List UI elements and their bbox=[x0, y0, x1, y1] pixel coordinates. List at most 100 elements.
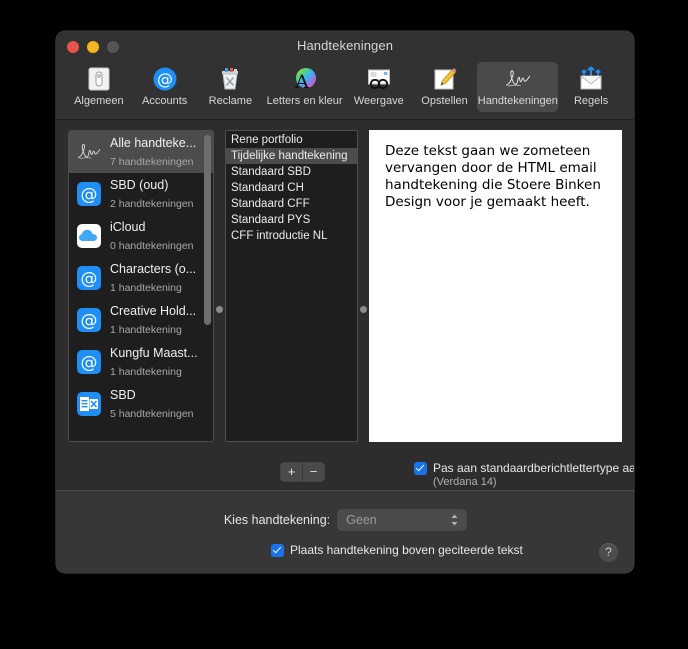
svg-text:@: @ bbox=[157, 70, 173, 89]
help-button[interactable]: ? bbox=[599, 543, 618, 562]
preferences-toolbar: Algemeen @ Accounts Reclame A Letters en… bbox=[56, 62, 634, 120]
general-switch-icon bbox=[84, 65, 114, 93]
splitter-accounts-signatures[interactable] bbox=[214, 130, 225, 442]
signature-icon bbox=[75, 138, 103, 166]
signature-list-item[interactable]: Standaard SBD bbox=[226, 164, 357, 180]
toolbar-item-letters-en-kleur[interactable]: A Letters en kleur bbox=[263, 62, 346, 112]
svg-text:@: @ bbox=[81, 311, 98, 331]
account-count: 0 handtekeningen bbox=[110, 240, 194, 252]
account-row-icloud[interactable]: iCloud 0 handtekeningen bbox=[69, 215, 213, 257]
account-text: Alle handteke... 7 handtekeningen bbox=[110, 134, 207, 170]
signature-list-item-selected[interactable]: Tijdelijke handtekening bbox=[226, 148, 357, 164]
at-sign-icon: @ bbox=[75, 306, 103, 334]
signature-list-item[interactable]: Standaard CH bbox=[226, 180, 357, 196]
account-name: SBD bbox=[110, 388, 136, 402]
svg-text:A: A bbox=[294, 71, 309, 92]
svg-text:@: @ bbox=[81, 269, 98, 289]
title-bar: Handtekeningen bbox=[56, 31, 634, 62]
splitter-signatures-editor[interactable] bbox=[358, 130, 369, 442]
toolbar-item-handtekeningen[interactable]: Handtekeningen bbox=[477, 62, 559, 112]
choose-signature-label: Kies handtekening: bbox=[223, 513, 331, 527]
signature-name-list[interactable]: Rene portfolio Tijdelijke handtekening S… bbox=[225, 130, 358, 442]
account-text: iCloud 0 handtekeningen bbox=[110, 218, 207, 254]
account-count: 5 handtekeningen bbox=[110, 408, 194, 420]
toolbar-item-label: Regels bbox=[573, 95, 609, 107]
signature-list-item[interactable]: CFF introductie NL bbox=[226, 228, 357, 244]
account-name: Kungfu Maast... bbox=[110, 346, 198, 360]
toolbar-item-reclame[interactable]: Reclame bbox=[198, 62, 264, 112]
toolbar-item-algemeen[interactable]: Algemeen bbox=[66, 62, 132, 112]
at-sign-icon: @ bbox=[75, 180, 103, 208]
account-count: 1 handtekening bbox=[110, 324, 182, 336]
account-count: 1 handtekening bbox=[110, 282, 182, 294]
account-row-creative-holding[interactable]: @ Creative Hold... 1 handtekening bbox=[69, 299, 213, 341]
at-sign-icon: @ bbox=[150, 65, 180, 93]
account-text: SBD (oud) 2 handtekeningen bbox=[110, 176, 207, 212]
quote-placement-label: Plaats handtekening boven geciteerde tek… bbox=[290, 543, 523, 557]
signature-editor[interactable]: Deze tekst gaan we zometeen vervangen do… bbox=[369, 130, 622, 442]
composing-pencil-icon bbox=[430, 65, 460, 93]
junk-trash-icon bbox=[215, 65, 245, 93]
svg-text:@: @ bbox=[81, 353, 98, 373]
signature-actions-row: + − Pas aan standaardberichtlettertype a… bbox=[68, 452, 634, 492]
add-signature-button[interactable]: + bbox=[281, 463, 302, 481]
toolbar-item-label: Algemeen bbox=[74, 95, 124, 107]
add-remove-signature-buttons: + − bbox=[281, 463, 324, 481]
account-row-sbd[interactable]: SBD 5 handtekeningen bbox=[69, 383, 213, 425]
fonts-colors-icon: A bbox=[290, 65, 320, 93]
preferences-window: Handtekeningen Algemeen @ Accounts Recla… bbox=[56, 31, 634, 573]
choose-signature-select[interactable]: Geen bbox=[338, 510, 467, 530]
checkmark-icon[interactable] bbox=[271, 543, 284, 557]
choose-signature-row: Kies handtekening: Geen bbox=[56, 510, 634, 530]
account-text: Creative Hold... 1 handtekening bbox=[110, 302, 207, 338]
toolbar-item-label: Handtekeningen bbox=[477, 95, 558, 107]
signature-list-item[interactable]: Rene portfolio bbox=[226, 132, 357, 148]
checkmark-icon[interactable] bbox=[414, 461, 427, 475]
signature-editor-text[interactable]: Deze tekst gaan we zometeen vervangen do… bbox=[385, 143, 606, 211]
account-row-alle-handtekeningen[interactable]: Alle handteke... 7 handtekeningen bbox=[69, 131, 213, 173]
signature-list-item[interactable]: Standaard CFF bbox=[226, 196, 357, 212]
account-row-sbd-oud[interactable]: @ SBD (oud) 2 handtekeningen bbox=[69, 173, 213, 215]
signature-list-item[interactable]: Standaard PYS bbox=[226, 212, 357, 228]
toolbar-item-label: Letters en kleur bbox=[266, 95, 343, 107]
toolbar-item-opstellen[interactable]: Opstellen bbox=[412, 62, 478, 112]
splitter-handle-dot bbox=[360, 306, 367, 313]
chevron-up-down-icon bbox=[450, 513, 459, 527]
account-count: 1 handtekening bbox=[110, 366, 182, 378]
splitter-handle-dot bbox=[216, 306, 223, 313]
account-name: Characters (o... bbox=[110, 262, 197, 276]
remove-signature-button[interactable]: − bbox=[302, 463, 324, 481]
toolbar-item-label: Reclame bbox=[208, 95, 253, 107]
default-font-checkbox[interactable]: Pas aan standaardberichtlettertype aan bbox=[414, 461, 634, 475]
account-row-characters[interactable]: @ Characters (o... 1 handtekening bbox=[69, 257, 213, 299]
at-sign-icon: @ bbox=[75, 348, 103, 376]
exchange-icon bbox=[75, 390, 103, 418]
accounts-list[interactable]: Alle handteke... 7 handtekeningen @ SBD … bbox=[68, 130, 214, 442]
default-font-sublabel: (Verdana 14) bbox=[433, 476, 497, 488]
default-font-checkbox-label: Pas aan standaardberichtlettertype aan bbox=[433, 461, 634, 475]
quote-placement-option: Plaats handtekening boven geciteerde tek… bbox=[271, 543, 523, 557]
account-text: Kungfu Maast... 1 handtekening bbox=[110, 344, 207, 380]
signatures-panel: Alle handteke... 7 handtekeningen @ SBD … bbox=[56, 120, 634, 490]
toolbar-item-label: Weergave bbox=[353, 95, 404, 107]
quote-placement-checkbox[interactable]: Plaats handtekening boven geciteerde tek… bbox=[271, 543, 523, 557]
toolbar-item-accounts[interactable]: @ Accounts bbox=[132, 62, 198, 112]
bottom-panel: Kies handtekening: Geen Plaats handteken… bbox=[56, 490, 634, 573]
account-count: 7 handtekeningen bbox=[110, 156, 194, 168]
account-text: SBD 5 handtekeningen bbox=[110, 386, 207, 422]
account-name: SBD (oud) bbox=[110, 178, 169, 192]
viewing-glasses-icon bbox=[364, 65, 394, 93]
accounts-scrollbar[interactable] bbox=[204, 135, 211, 325]
account-name: iCloud bbox=[110, 220, 146, 234]
toolbar-item-regels[interactable]: Regels bbox=[558, 62, 624, 112]
choose-signature-value: Geen bbox=[346, 513, 377, 527]
icloud-icon bbox=[75, 222, 103, 250]
account-row-kungfu-maastricht[interactable]: @ Kungfu Maast... 1 handtekening bbox=[69, 341, 213, 383]
account-name: Alle handteke... bbox=[110, 136, 197, 150]
window-title: Handtekeningen bbox=[296, 38, 394, 53]
account-text: Characters (o... 1 handtekening bbox=[110, 260, 207, 296]
default-font-option: Pas aan standaardberichtlettertype aan (… bbox=[414, 461, 634, 488]
toolbar-item-label: Opstellen bbox=[421, 95, 468, 107]
svg-text:@: @ bbox=[81, 185, 98, 205]
toolbar-item-weergave[interactable]: Weergave bbox=[346, 62, 412, 112]
